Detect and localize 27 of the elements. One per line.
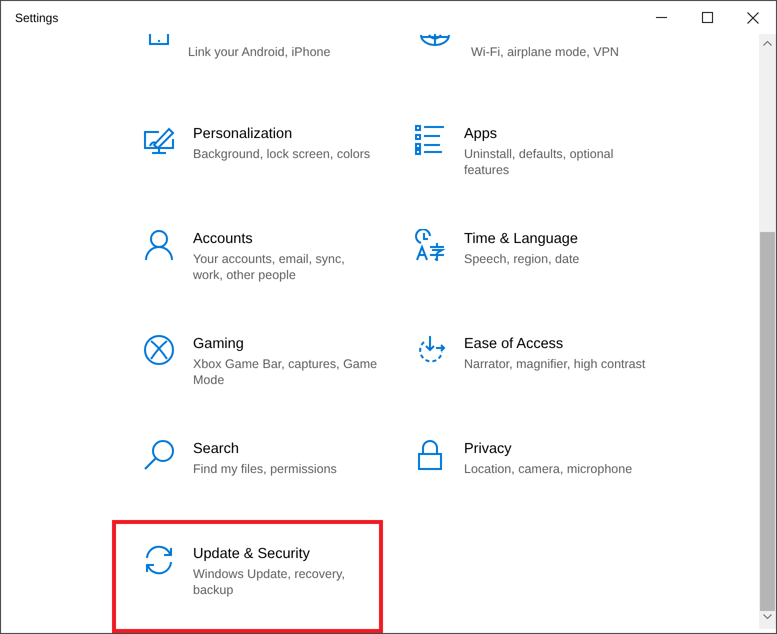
- close-icon: [747, 12, 759, 24]
- minimize-icon: [656, 17, 666, 18]
- settings-tile[interactable]: Link your Android, iPhone: [112, 34, 383, 100]
- search-icon: [143, 439, 175, 471]
- scrollbar[interactable]: [759, 34, 776, 629]
- settings-tile[interactable]: Update & Security Windows Update, recovery, backup: [112, 520, 383, 633]
- window-title: Settings: [15, 10, 58, 24]
- scroll-down-icon[interactable]: [763, 614, 772, 619]
- settings-tile[interactable]: Accounts Your accounts, email, sync, work, other people: [112, 205, 383, 310]
- settings-tile[interactable]: Gaming Xbox Game Bar, captures, Game Mode: [112, 310, 383, 415]
- phone-icon: [148, 34, 170, 46]
- xbox-icon: [143, 334, 175, 366]
- settings-tile[interactable]: Privacy Location, camera, microphone: [383, 415, 654, 520]
- settings-tile[interactable]: Wi-Fi, airplane mode, VPN: [383, 34, 654, 100]
- settings-tile[interactable]: Ease of Access Narrator, magnifier, high contrast: [383, 310, 654, 415]
- clock-language-icon: [414, 229, 446, 261]
- globe-icon: [419, 34, 451, 46]
- maximize-icon: [702, 12, 712, 23]
- sync-icon: [143, 544, 175, 576]
- settings-tile[interactable]: Personalization Background, lock screen, colors: [112, 100, 383, 205]
- settings-tile[interactable]: Apps Uninstall, defaults, optional features: [383, 100, 654, 205]
- settings-tile[interactable]: Search Find my files, permissions: [112, 415, 383, 520]
- scrollbar-thumb[interactable]: [760, 232, 775, 611]
- list-icon: [414, 124, 446, 156]
- person-icon: [143, 229, 175, 261]
- settings-tile[interactable]: Time & Language Speech, region, date: [383, 205, 654, 310]
- scroll-up-icon[interactable]: [763, 41, 772, 46]
